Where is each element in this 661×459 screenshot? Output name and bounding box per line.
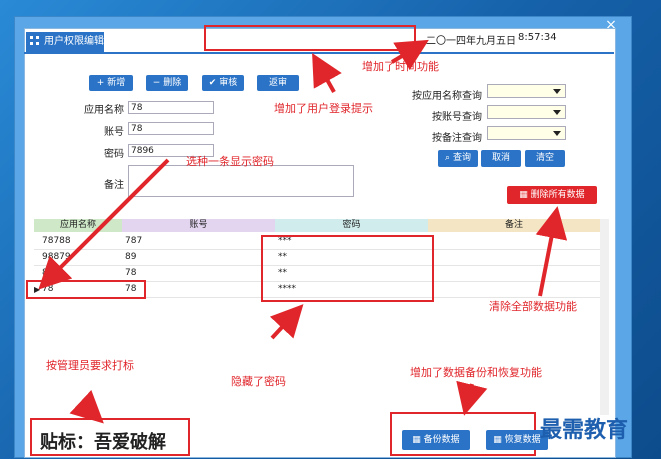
tab-user-permission[interactable]: 用户权限编辑 <box>26 32 104 52</box>
clear-button[interactable]: 清空 <box>525 150 565 167</box>
delete-button[interactable]: − 删除 <box>146 75 188 91</box>
tab-underline <box>24 52 614 54</box>
cell-note <box>428 234 600 249</box>
search-by-note-select[interactable] <box>487 126 566 140</box>
return-button[interactable]: 返审 <box>257 75 299 91</box>
cell-note <box>428 266 600 281</box>
grid-icon <box>30 36 39 45</box>
annotation-hidden-password: 隐藏了密码 <box>231 375 286 388</box>
annotation-clear-all: 清除全部数据功能 <box>489 300 577 313</box>
account-field[interactable]: 78 <box>128 122 214 135</box>
tab-label: 用户权限编辑 <box>44 36 104 47</box>
annotation-backup-restore: 增加了数据备份和恢复功能 <box>410 366 542 379</box>
search-by-app-label: 按应用名称查询 <box>412 91 482 102</box>
cell-account: 78 <box>125 268 137 278</box>
cell-note <box>428 250 600 265</box>
annotation-show-password: 选种一条显示密码 <box>186 155 274 168</box>
search-by-note-label: 按备注查询 <box>432 133 482 144</box>
backup-label: 备份数据 <box>423 435 460 445</box>
annotation-admin-mark: 按管理员要求打标 <box>46 359 134 372</box>
annotation-time-feature: 增加了时间功能 <box>362 60 439 73</box>
table-scrollbar[interactable] <box>600 219 609 415</box>
note-label: 备注 <box>104 180 124 191</box>
delete-all-label: 删除所有数据 <box>530 190 585 200</box>
cell-note <box>428 282 600 297</box>
account-label: 账号 <box>104 127 124 138</box>
cell-app: 878 <box>42 268 60 278</box>
search-by-account-select[interactable] <box>487 105 566 119</box>
search-by-account-label: 按账号查询 <box>432 112 482 123</box>
note-field[interactable] <box>128 165 354 197</box>
col-header-note[interactable]: 备注 <box>428 219 600 232</box>
annotation-login-hint: 增加了用户登录提示 <box>274 102 373 115</box>
add-button[interactable]: + 新增 <box>89 75 133 91</box>
query-button[interactable]: ⌕ 查询 <box>438 150 478 167</box>
cell-app: 78788 <box>42 236 71 246</box>
query-label: 查询 <box>452 153 471 163</box>
app-name-field[interactable]: 78 <box>128 101 214 114</box>
review-button[interactable]: ✔ 审核 <box>202 75 244 91</box>
password-label: 密码 <box>104 149 124 160</box>
search-by-app-select[interactable] <box>487 84 566 98</box>
cell-account: 787 <box>125 236 143 246</box>
site-logo: 最需教育 <box>540 417 629 443</box>
app-name-label: 应用名称 <box>84 105 124 116</box>
backup-button[interactable]: ▦ 备份数据 <box>402 430 470 450</box>
cell-app: 98879 <box>42 252 71 262</box>
cell-account: 89 <box>125 252 137 262</box>
restore-button[interactable]: ▦ 恢复数据 <box>486 430 548 450</box>
hidden-password-highlight <box>261 235 434 302</box>
cancel-button[interactable]: 取消 <box>481 150 521 167</box>
restore-label: 恢复数据 <box>504 435 541 445</box>
delete-all-button[interactable]: ▦ 删除所有数据 <box>507 186 597 204</box>
date-display: 二〇一四年九月五日 <box>426 36 516 47</box>
selected-row-highlight <box>26 280 146 299</box>
col-header-app[interactable]: 应用名称 <box>34 219 122 232</box>
time-display: 8:57:34 <box>518 32 557 43</box>
col-header-password[interactable]: 密码 <box>275 219 428 232</box>
login-hint-area-highlight <box>204 25 416 51</box>
watermark-text: 贴标：吾爱破解 <box>40 432 166 453</box>
col-header-account[interactable]: 账号 <box>122 219 275 232</box>
